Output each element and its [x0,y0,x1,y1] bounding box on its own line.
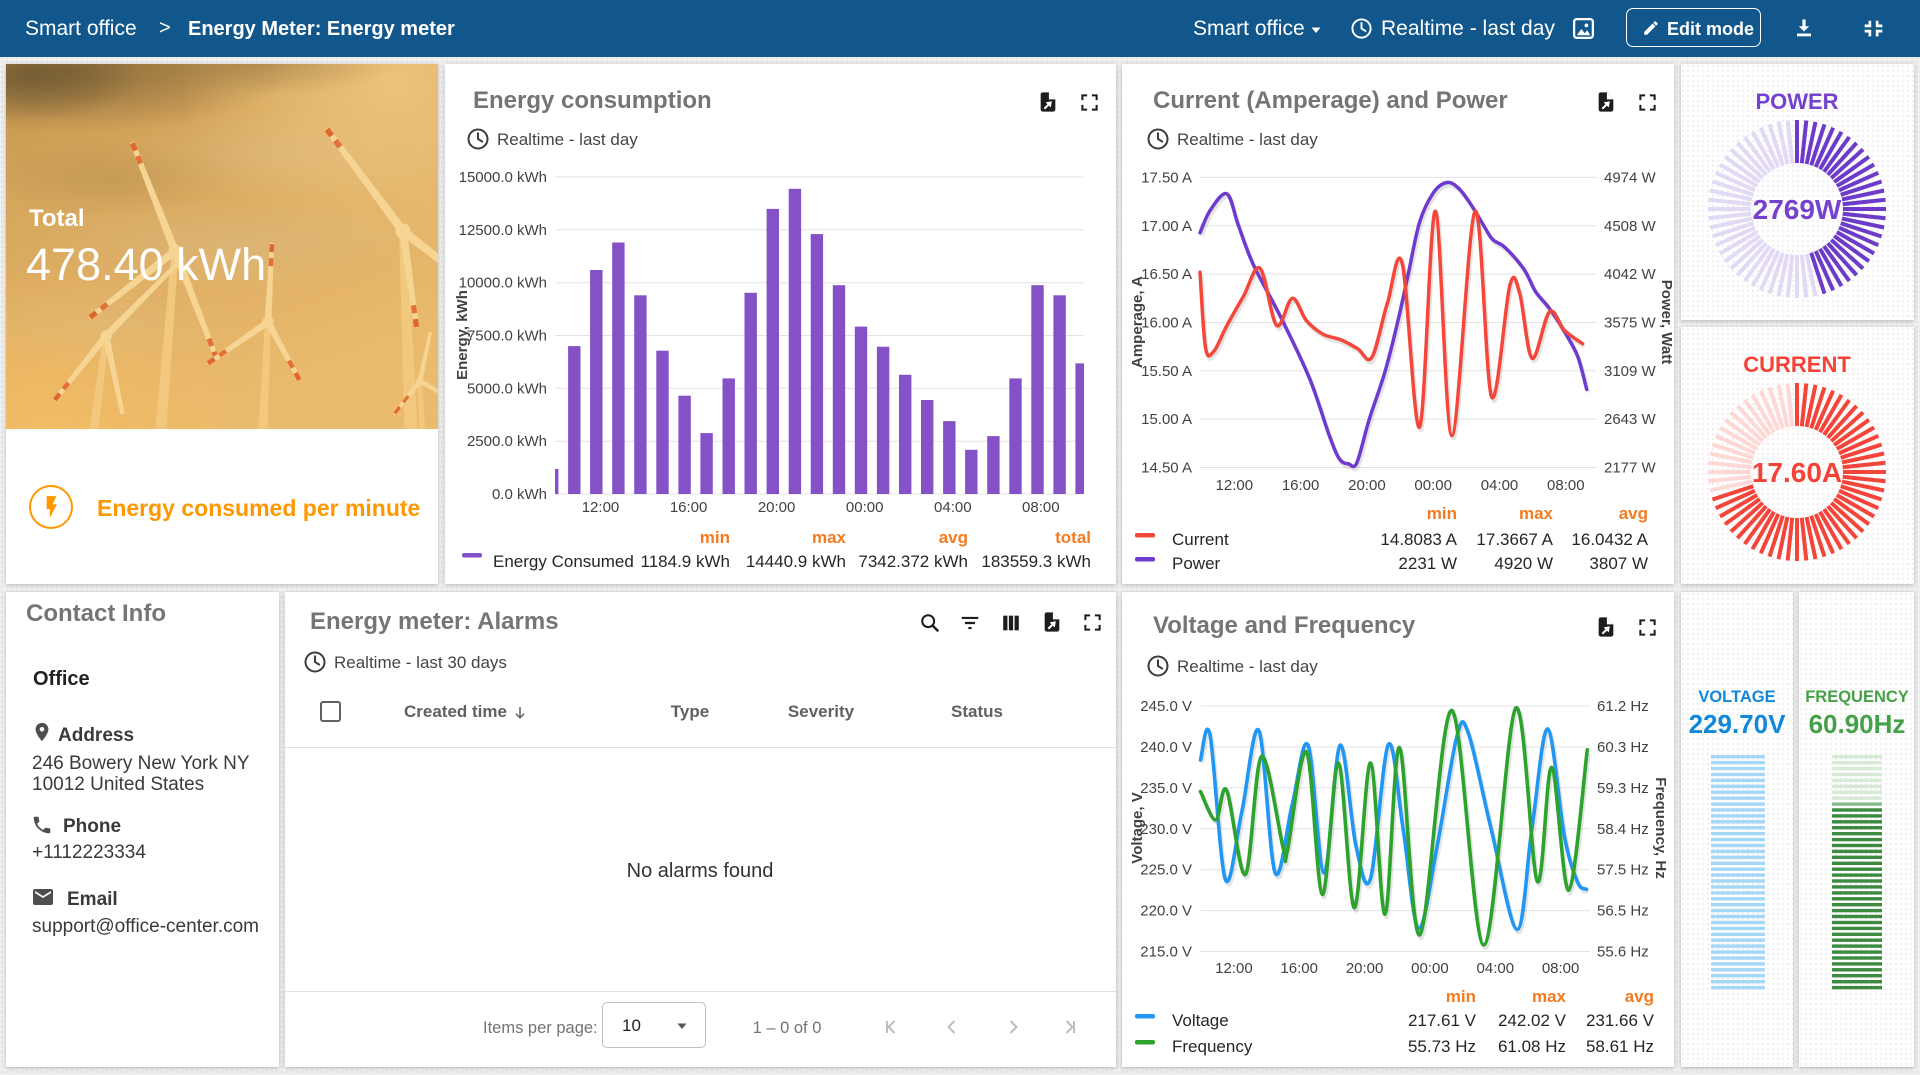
svg-text:avg: avg [1619,504,1648,523]
svg-text:4974 W: 4974 W [1604,169,1657,186]
svg-text:61.08 Hz: 61.08 Hz [1498,1037,1566,1056]
svg-text:Power, Watt: Power, Watt [1658,280,1674,364]
svg-text:0.0 kWh: 0.0 kWh [492,486,547,503]
svg-text:229.70V: 229.70V [1689,709,1787,739]
svg-text:2769W: 2769W [1753,194,1842,225]
svg-text:avg: avg [1625,987,1654,1006]
svg-text:56.5 Hz: 56.5 Hz [1597,903,1649,920]
svg-text:3109 W: 3109 W [1604,363,1657,380]
svg-text:Voltage, V: Voltage, V [1129,792,1146,863]
svg-text:16:00: 16:00 [670,499,708,516]
svg-text:Total: Total [29,205,85,232]
svg-text:14.50 A: 14.50 A [1141,460,1192,477]
svg-text:04:00: 04:00 [934,499,972,516]
svg-text:16:00: 16:00 [1282,477,1320,494]
svg-text:17.50 A: 17.50 A [1141,169,1192,186]
svg-text:58.61 Hz: 58.61 Hz [1586,1037,1654,1056]
svg-text:4508 W: 4508 W [1604,218,1657,235]
svg-text:Energy Consumed: Energy Consumed [493,552,634,571]
svg-text:min: min [700,528,730,547]
svg-text:FREQUENCY: FREQUENCY [1805,688,1909,706]
svg-text:16.0432 A: 16.0432 A [1571,530,1648,549]
svg-text:2643 W: 2643 W [1604,411,1657,428]
svg-text:16.00 A: 16.00 A [1141,315,1192,332]
svg-text:00:00: 00:00 [1411,960,1449,977]
svg-text:15.50 A: 15.50 A [1141,363,1192,380]
svg-text:57.5 Hz: 57.5 Hz [1597,862,1649,879]
svg-text:avg: avg [939,528,968,547]
svg-text:POWER: POWER [1755,89,1838,114]
svg-text:Frequency: Frequency [1172,1037,1253,1056]
svg-text:1184.9 kWh: 1184.9 kWh [641,552,730,571]
svg-text:15000.0 kWh: 15000.0 kWh [459,169,547,186]
svg-text:max: max [1519,504,1554,523]
svg-text:max: max [1532,987,1567,1006]
svg-text:12:00: 12:00 [1215,960,1253,977]
svg-text:58.4 Hz: 58.4 Hz [1597,821,1649,838]
svg-text:08:00: 08:00 [1022,499,1060,516]
svg-text:60.3 Hz: 60.3 Hz [1597,739,1649,756]
svg-text:3575 W: 3575 W [1604,315,1657,332]
svg-text:215.0 V: 215.0 V [1140,944,1192,961]
svg-text:55.6 Hz: 55.6 Hz [1597,944,1649,961]
svg-text:242.02 V: 242.02 V [1498,1011,1567,1030]
svg-text:14.8083 A: 14.8083 A [1380,530,1457,549]
svg-text:17.60A: 17.60A [1752,457,1842,488]
svg-text:12500.0 kWh: 12500.0 kWh [459,222,547,239]
svg-text:59.3 Hz: 59.3 Hz [1597,780,1649,797]
svg-text:12:00: 12:00 [1216,477,1254,494]
svg-text:225.0 V: 225.0 V [1140,862,1192,879]
svg-text:220.0 V: 220.0 V [1140,903,1192,920]
svg-text:Energy, kWh: Energy, kWh [454,290,471,380]
svg-text:4042 W: 4042 W [1604,266,1657,283]
svg-text:7500.0 kWh: 7500.0 kWh [467,328,547,345]
svg-text:Amperage, A: Amperage, A [1129,276,1146,368]
svg-text:4920 W: 4920 W [1494,554,1553,573]
svg-text:478.40 kWh: 478.40 kWh [26,239,266,290]
svg-text:235.0 V: 235.0 V [1140,780,1192,797]
svg-text:61.2 Hz: 61.2 Hz [1597,698,1649,715]
svg-text:16.50 A: 16.50 A [1141,266,1192,283]
svg-text:04:00: 04:00 [1477,960,1515,977]
svg-text:Power: Power [1172,554,1221,573]
svg-text:17.00 A: 17.00 A [1141,218,1192,235]
svg-text:245.0 V: 245.0 V [1140,698,1192,715]
svg-text:2500.0 kWh: 2500.0 kWh [467,433,547,450]
svg-text:Frequency, Hz: Frequency, Hz [1652,777,1669,878]
svg-text:16:00: 16:00 [1280,960,1318,977]
svg-text:08:00: 08:00 [1547,477,1585,494]
svg-text:12:00: 12:00 [582,499,620,516]
svg-text:7342.372 kWh: 7342.372 kWh [858,552,968,571]
svg-text:20:00: 20:00 [1346,960,1384,977]
svg-text:min: min [1427,504,1457,523]
svg-text:04:00: 04:00 [1481,477,1519,494]
svg-text:217.61 V: 217.61 V [1408,1011,1477,1030]
svg-text:2177 W: 2177 W [1604,460,1657,477]
svg-text:20:00: 20:00 [1348,477,1386,494]
svg-text:Voltage: Voltage [1172,1011,1229,1030]
svg-text:08:00: 08:00 [1542,960,1580,977]
svg-text:55.73 Hz: 55.73 Hz [1408,1037,1476,1056]
svg-text:14440.9 kWh: 14440.9 kWh [746,552,846,571]
svg-text:60.90Hz: 60.90Hz [1809,709,1906,739]
svg-text:17.3667 A: 17.3667 A [1476,530,1553,549]
svg-text:VOLTAGE: VOLTAGE [1698,688,1775,706]
svg-text:230.0 V: 230.0 V [1140,821,1192,838]
svg-text:3807 W: 3807 W [1589,554,1648,573]
svg-text:5000.0 kWh: 5000.0 kWh [467,380,547,397]
svg-text:240.0 V: 240.0 V [1140,739,1192,756]
svg-text:15.00 A: 15.00 A [1141,411,1192,428]
svg-text:max: max [812,528,847,547]
svg-text:total: total [1055,528,1091,547]
svg-text:183559.3 kWh: 183559.3 kWh [981,552,1091,571]
svg-text:Current: Current [1172,530,1229,549]
svg-text:231.66 V: 231.66 V [1586,1011,1655,1030]
svg-text:2231 W: 2231 W [1398,554,1457,573]
svg-text:20:00: 20:00 [758,499,796,516]
svg-text:00:00: 00:00 [846,499,884,516]
svg-text:00:00: 00:00 [1414,477,1452,494]
svg-text:10000.0 kWh: 10000.0 kWh [459,275,547,292]
svg-text:min: min [1446,987,1476,1006]
svg-text:CURRENT: CURRENT [1743,352,1851,377]
